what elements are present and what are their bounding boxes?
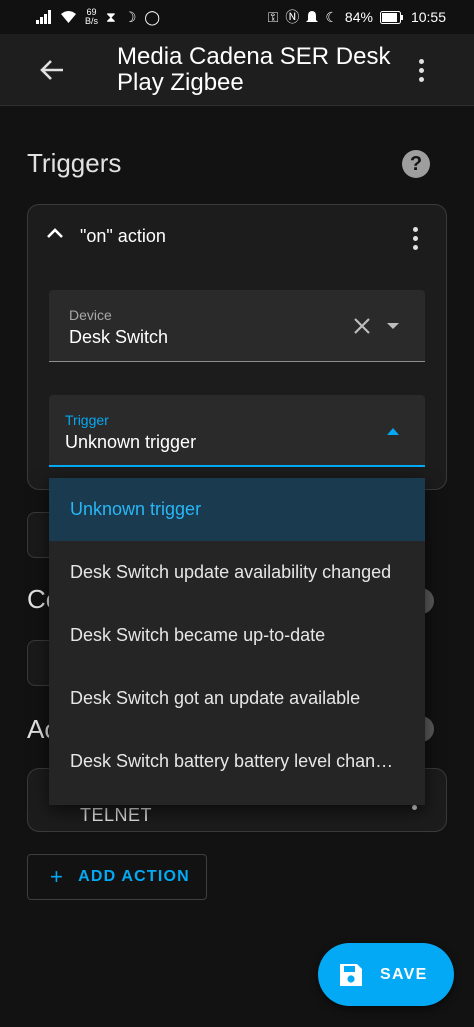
help-icon[interactable]: ? — [402, 150, 430, 178]
clear-icon[interactable] — [352, 316, 372, 336]
app-bar: Media Cadena SER Desk Play Zigbee — [0, 34, 474, 106]
network-speed: 69 B/s — [85, 8, 98, 26]
trigger-options-menu: Unknown trigger Desk Switch update avail… — [49, 478, 425, 805]
signal-icon — [36, 10, 51, 24]
menu-option-battery-level-changed[interactable]: Desk Switch battery battery level change… — [49, 730, 425, 793]
device-select-label: Device — [69, 307, 112, 323]
status-bar: 69 B/s ⧗ ☽ ◯ ⚿ Ⓝ ☾ 84% 10:55 — [0, 0, 474, 34]
device-select[interactable]: Device Desk Switch — [49, 290, 425, 362]
menu-option-became-up-to-date[interactable]: Desk Switch became up-to-date — [49, 604, 425, 667]
menu-option-unknown-trigger[interactable]: Unknown trigger — [49, 478, 425, 541]
page-title: Media Cadena SER Desk Play Zigbee — [117, 43, 391, 96]
menu-option-update-availability-changed[interactable]: Desk Switch update availability changed — [49, 541, 425, 604]
back-button[interactable] — [28, 54, 76, 86]
arrow-left-icon — [40, 60, 63, 80]
add-action-label: ADD ACTION — [78, 868, 190, 885]
more-vert-icon — [418, 58, 424, 64]
trigger-card-menu-button[interactable] — [403, 223, 427, 253]
plus-icon: + — [50, 864, 65, 889]
trigger-select-label: Trigger — [65, 412, 109, 428]
floppy-disk-icon — [340, 963, 362, 986]
triggers-heading: Triggers — [27, 148, 122, 178]
key-icon: ⚿ — [267, 9, 279, 25]
trigger-card-title: "on" action — [80, 226, 166, 246]
clock: 10:55 — [410, 9, 446, 25]
trigger-select[interactable]: Trigger Unknown trigger — [49, 395, 425, 467]
whatsapp-icon: ◯ — [144, 9, 161, 25]
action-card-title: TELNET — [80, 805, 153, 825]
network-speed-unit: B/s — [85, 16, 99, 26]
battery-percent: 84% — [344, 9, 373, 25]
save-button[interactable]: SAVE — [318, 943, 454, 1006]
chevron-up-icon — [47, 228, 63, 238]
more-options-button[interactable] — [409, 55, 433, 85]
device-select-value: Desk Switch — [69, 327, 169, 347]
trigger-select-value: Unknown trigger — [65, 432, 197, 452]
nfc-icon: Ⓝ — [285, 9, 300, 25]
menu-option-update-available[interactable]: Desk Switch got an update available — [49, 667, 425, 730]
moon-icon: ☽ — [123, 9, 137, 25]
more-vert-icon — [412, 226, 418, 232]
wifi-icon — [61, 11, 76, 23]
trigger-card-header[interactable]: "on" action — [28, 205, 446, 269]
add-action-button[interactable]: + ADD ACTION — [27, 854, 207, 900]
action-card-menu-icon[interactable] — [412, 805, 417, 810]
dropdown-arrow-up-icon[interactable] — [387, 428, 399, 435]
save-label: SAVE — [380, 965, 428, 983]
dropdown-arrow-icon[interactable] — [387, 323, 399, 329]
battery-icon — [379, 10, 403, 24]
bell-mute-icon — [306, 11, 319, 22]
hourglass-icon: ⧗ — [106, 9, 116, 25]
night-mode-icon: ☾ — [325, 9, 338, 25]
